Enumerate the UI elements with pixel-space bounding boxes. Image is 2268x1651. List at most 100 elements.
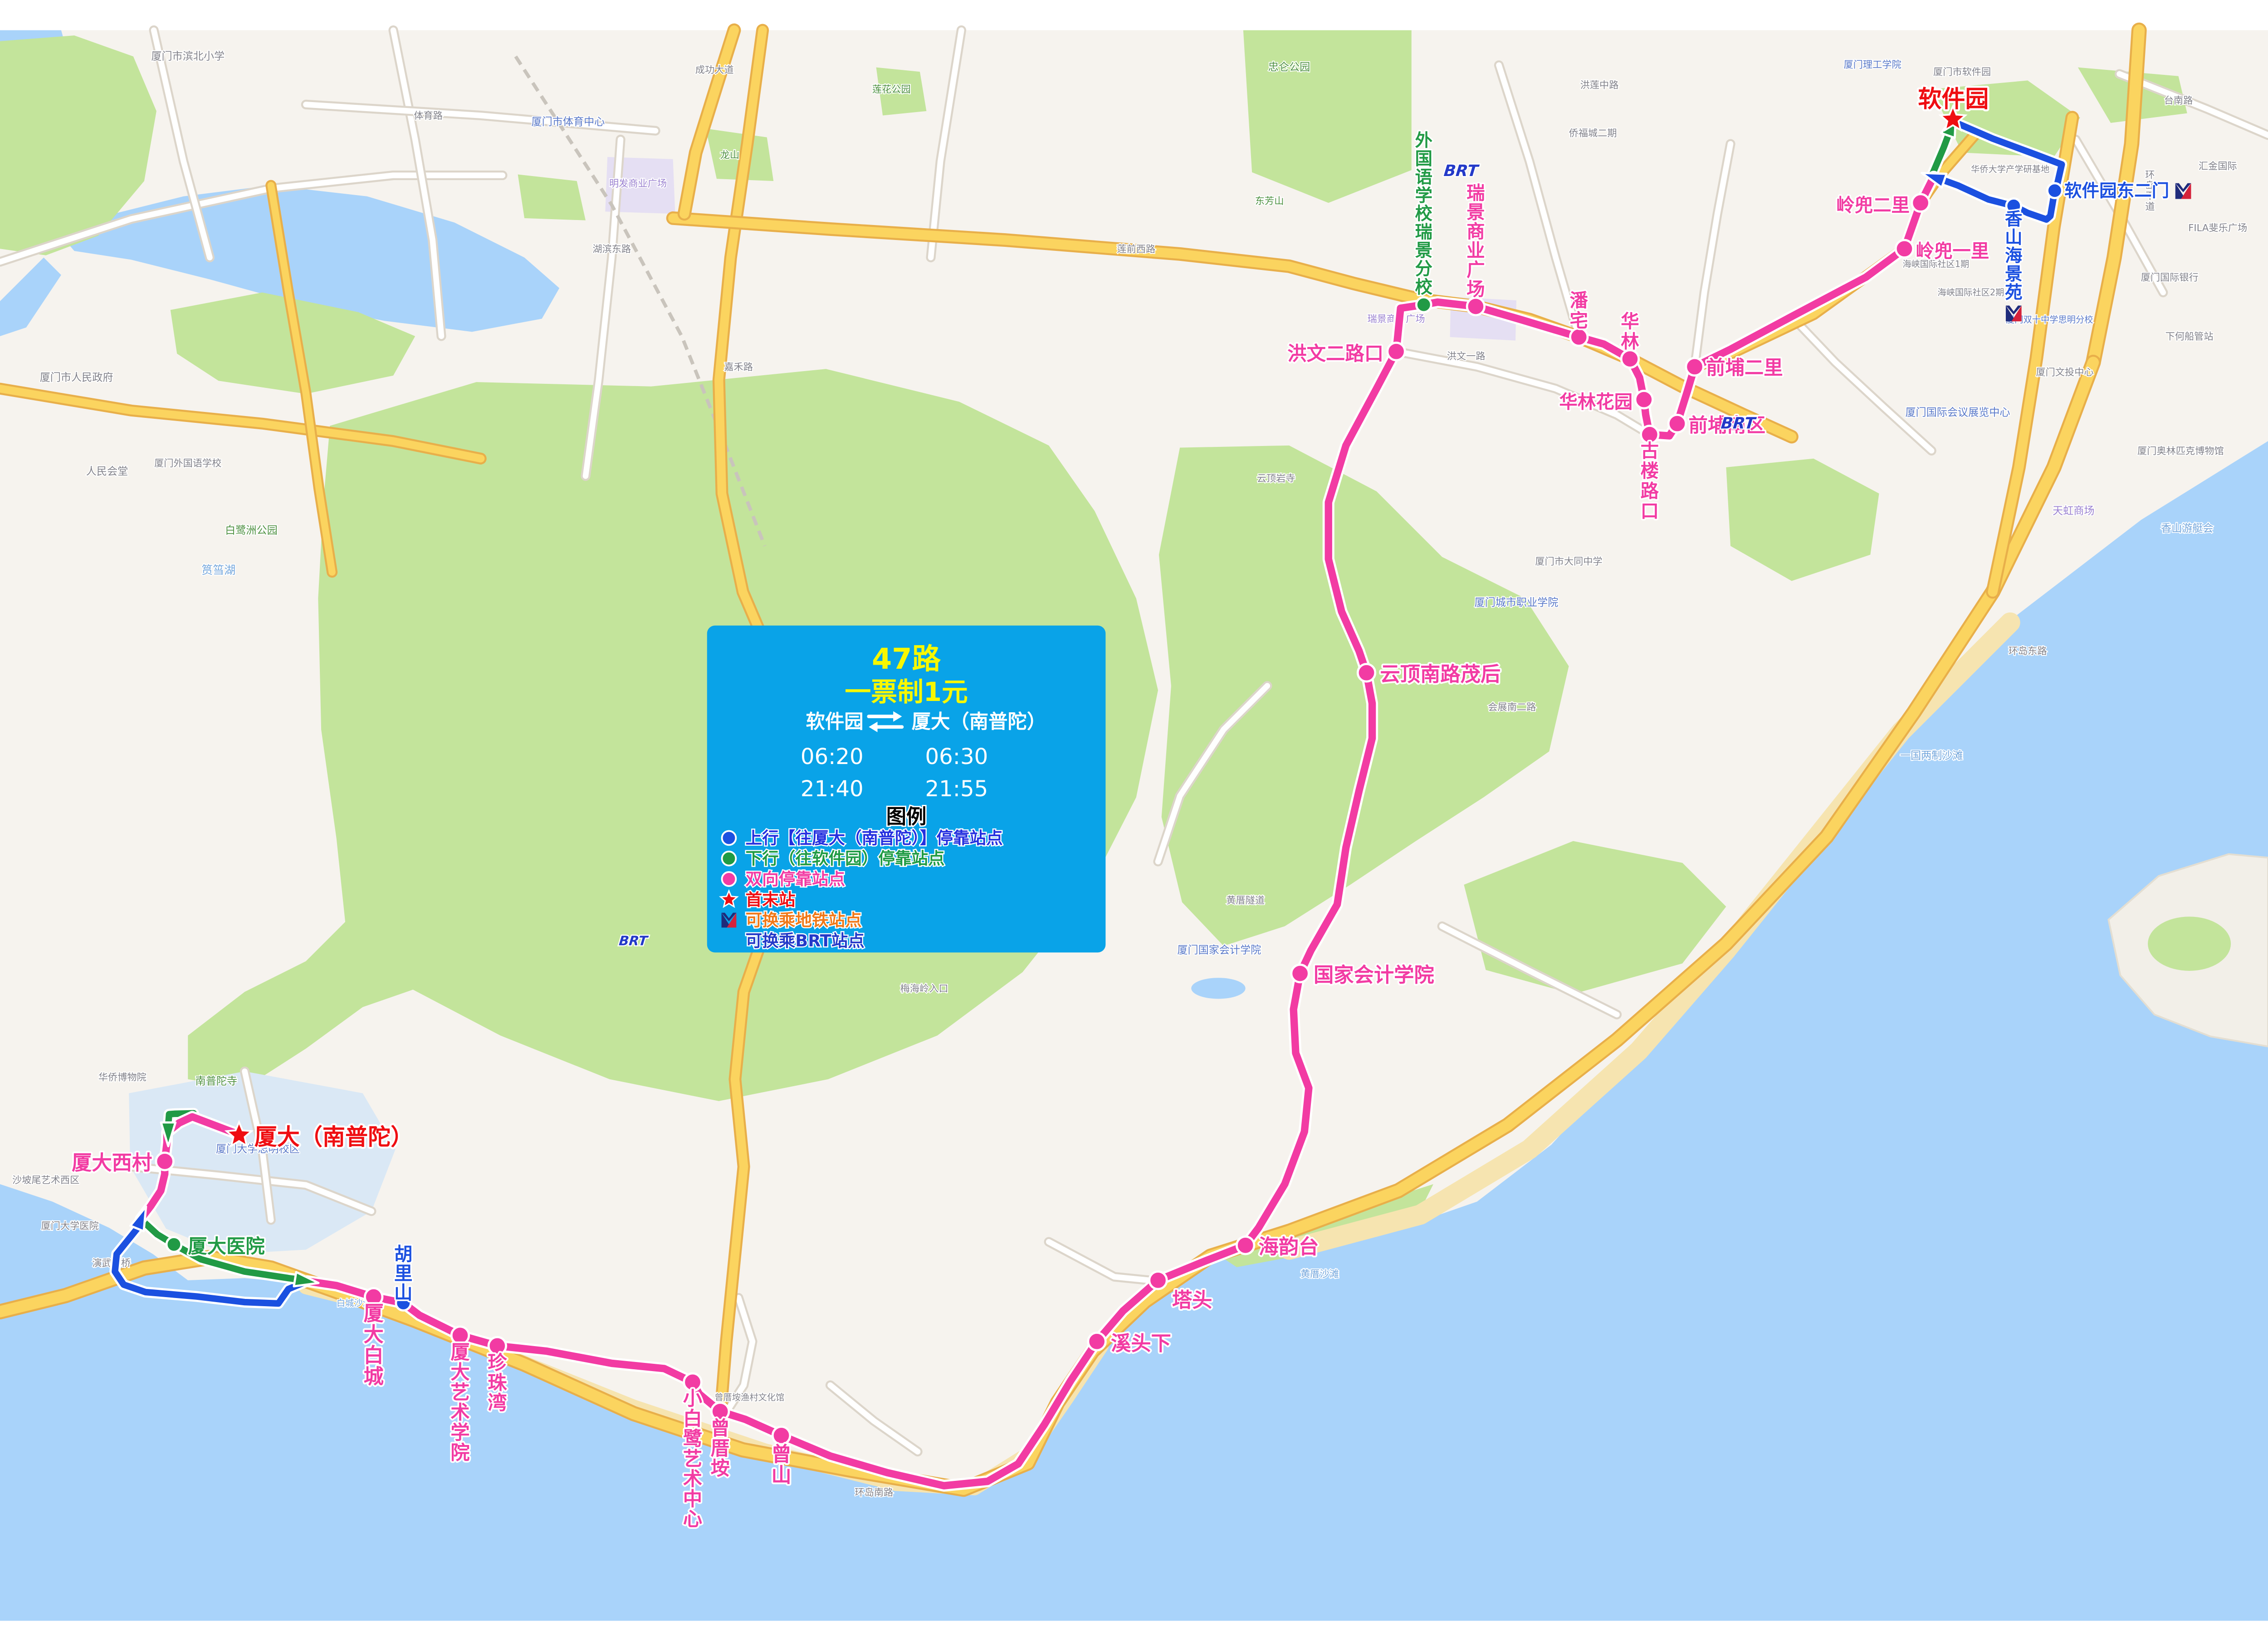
map-label: 环岛东路 (2009, 645, 2047, 656)
station-label: 国家会计学院 (1314, 964, 1434, 987)
map-label: 汇金国际 (2199, 160, 2237, 171)
station-label: 岭兜一里 (1916, 240, 1989, 262)
legend-item-label: 首末站 (746, 890, 796, 909)
station-label: 软件园 (1918, 86, 1989, 113)
route-number-title: 47路 (872, 642, 941, 676)
station-label: 瑞景商业广场 (1466, 182, 1485, 300)
map-label: 厦门市人民政府 (40, 372, 113, 384)
map-label: 厦门国际银行 (2141, 271, 2199, 283)
park-area (1243, 30, 1412, 203)
station-dot (2047, 183, 2062, 198)
legend-item-label: 上行【往厦大（南普陀）】停靠站点 (746, 828, 1003, 848)
fare-text: 一票制1元 (845, 676, 968, 707)
map-label: 白鹭洲公园 (225, 525, 278, 537)
station-label: 厦大西村 (72, 1151, 152, 1175)
brt-icon: BRT (618, 933, 649, 948)
station-dot (1388, 343, 1405, 360)
station-dot (1416, 297, 1431, 312)
station-up: 胡里山 (394, 1243, 412, 1310)
station-label: 洪文二路口 (1287, 343, 1383, 365)
station-terminal: 厦大（南普陀） (226, 1122, 413, 1150)
station-dot (1621, 350, 1639, 368)
station-dot (156, 1153, 174, 1171)
station-both: 珍珠湾 (488, 1337, 507, 1414)
station-dot (1149, 1272, 1167, 1289)
station-both: 潘宅 (1569, 289, 1588, 346)
station-label: 珍珠湾 (488, 1352, 507, 1414)
station-dot (1635, 391, 1653, 408)
map-label: 厦门市大同中学 (1535, 556, 1602, 567)
station-label: 香山海景苑 (2005, 209, 2023, 303)
station-label: 软件园东二门 (2064, 181, 2169, 201)
brt-icon: BRT (1443, 162, 1480, 180)
station-dot (1896, 240, 1913, 258)
station-label: 潘宅 (1569, 289, 1588, 331)
map-label: 东芳山 (1255, 195, 1284, 206)
station-label: 曾山 (771, 1443, 791, 1487)
map-label: 洪莲中路 (1580, 79, 1619, 91)
map-label: 沙坡尾艺术西区 (12, 1174, 79, 1186)
map-label: 厦门市滨北小学 (151, 50, 225, 62)
station-label: 厦大医院 (188, 1235, 265, 1257)
station-label: 胡里山 (394, 1243, 412, 1303)
legend-item-label: 可换乘BRT站点 (746, 931, 865, 950)
brt-icon: BRT (1720, 415, 1757, 433)
map-label: 湖滨东路 (592, 243, 631, 255)
map-label: 厦门国际会议展览中心 (1905, 407, 2010, 419)
park-area (518, 175, 586, 220)
map-label: 厦门城市职业学院 (1475, 597, 1559, 609)
first-last-time: 21:55 (925, 776, 988, 802)
first-last-time: 06:30 (925, 744, 988, 769)
station-both: 曾厝垵 (710, 1403, 729, 1480)
map-label: 梅海岭入口 (900, 983, 948, 994)
map-label: 洪文一路 (1447, 350, 1486, 362)
map-label: 明发商业广场 (609, 177, 667, 189)
map-label: FILA斐乐广场 (2188, 222, 2247, 234)
station-both: 曾山 (771, 1427, 791, 1487)
station-both: 厦大艺术学院 (450, 1327, 470, 1464)
station-dot (1467, 298, 1485, 315)
map-label: 华侨大学产学研基地 (1971, 164, 2049, 174)
map-label: 台南路 (2164, 94, 2193, 106)
map-label: 厦门市体育中心 (532, 116, 605, 128)
map-label: 厦门文投中心 (2036, 366, 2093, 377)
station-label: 厦大（南普陀） (254, 1124, 414, 1150)
legend-title: 图例 (886, 805, 927, 828)
map-label: 莲前西路 (1117, 243, 1155, 255)
station-label: 海韵台 (1259, 1235, 1319, 1259)
station-both: 小白鹭艺术中心 (683, 1373, 703, 1530)
map-label: 天虹商场 (2053, 505, 2094, 517)
station-label: 小白鹭艺术中心 (683, 1387, 703, 1530)
station-label: 前埔二里 (1706, 357, 1783, 379)
map-label: 厦门外国语学校 (154, 457, 221, 469)
map-label: 嘉禾路 (724, 361, 753, 372)
station-dot (1668, 415, 1686, 432)
legend-dot-icon (722, 852, 736, 866)
station-dot (772, 1427, 790, 1445)
map-label: 筼筜湖 (201, 563, 235, 577)
station-both: 华林 (1621, 310, 1639, 367)
map-label: 莲花公园 (872, 83, 911, 95)
station-both: 古楼路口 (1641, 426, 1659, 522)
legend-item-label: 可换乘地铁站点 (746, 911, 862, 930)
map-label: 厦门理工学院 (1844, 59, 1901, 70)
station-label: 塔头 (1172, 1289, 1212, 1312)
lake (1191, 978, 1245, 999)
map-label: 侨福城二期 (1569, 127, 1617, 139)
map-label: 华侨博物院 (98, 1071, 147, 1083)
map-label: 黄厝沙滩 (1300, 1268, 1339, 1279)
station-label: 厦大艺术学院 (450, 1341, 470, 1464)
station-dot (1088, 1333, 1106, 1351)
station-down: 外国语学校瑞景分校 (1415, 130, 1432, 312)
terminal-to-label: 厦大（南普陀） (912, 710, 1046, 733)
route-map-canvas: 厦门市滨北小学厦门市人民政府人民会堂白鹭洲公园筼筜湖厦门外国语学校体育路厦门市体… (0, 0, 2268, 1651)
station-dot (1291, 965, 1309, 982)
map-label: 南普陀寺 (196, 1076, 237, 1088)
map-label: 体育路 (414, 110, 443, 121)
station-label: 华林 (1621, 310, 1639, 352)
station-label: 岭兜二里 (1836, 194, 1910, 216)
map-label: 会展南二路 (1488, 701, 1536, 712)
legend-item-label: 双向停靠站点 (746, 869, 846, 889)
station-label: 外国语学校瑞景分校 (1415, 130, 1432, 298)
bus-route-map: 厦门市滨北小学厦门市人民政府人民会堂白鹭洲公园筼筜湖厦门外国语学校体育路厦门市体… (0, 0, 2268, 1651)
